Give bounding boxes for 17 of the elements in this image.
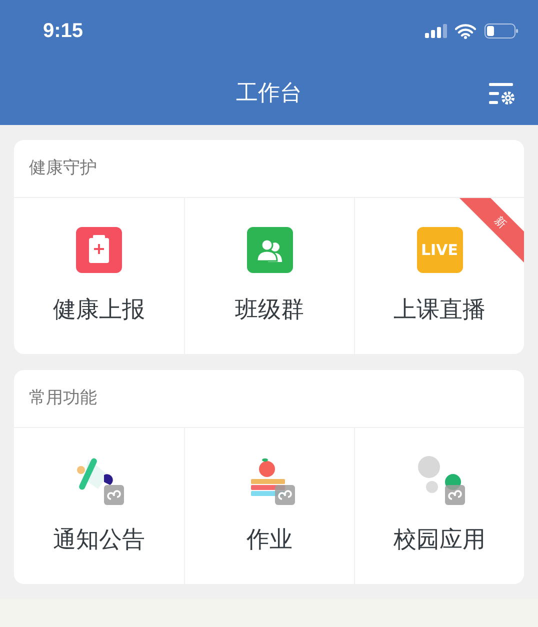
live-icon: LIVE	[416, 226, 462, 273]
feature-tile[interactable]: LIVE 上课直播 新	[354, 198, 524, 354]
clipboard-icon	[76, 226, 122, 273]
signal-icon	[425, 24, 447, 38]
feature-tile[interactable]: 班级群	[184, 198, 354, 354]
wifi-icon	[455, 24, 476, 38]
page-title: 工作台	[236, 80, 302, 108]
feature-tile[interactable]: 作业	[184, 428, 354, 584]
section-title: 健康守护	[29, 156, 97, 180]
feature-tile[interactable]: 健康上报	[14, 198, 184, 354]
people-icon	[246, 226, 292, 273]
status-time: 9:15	[43, 19, 84, 44]
section-title: 常用功能	[29, 386, 97, 410]
feature-tile[interactable]: 通知公告	[14, 428, 184, 584]
battery-icon	[484, 23, 518, 39]
feature-tile[interactable]: 校园应用	[354, 428, 524, 584]
settings-icon	[488, 81, 516, 107]
